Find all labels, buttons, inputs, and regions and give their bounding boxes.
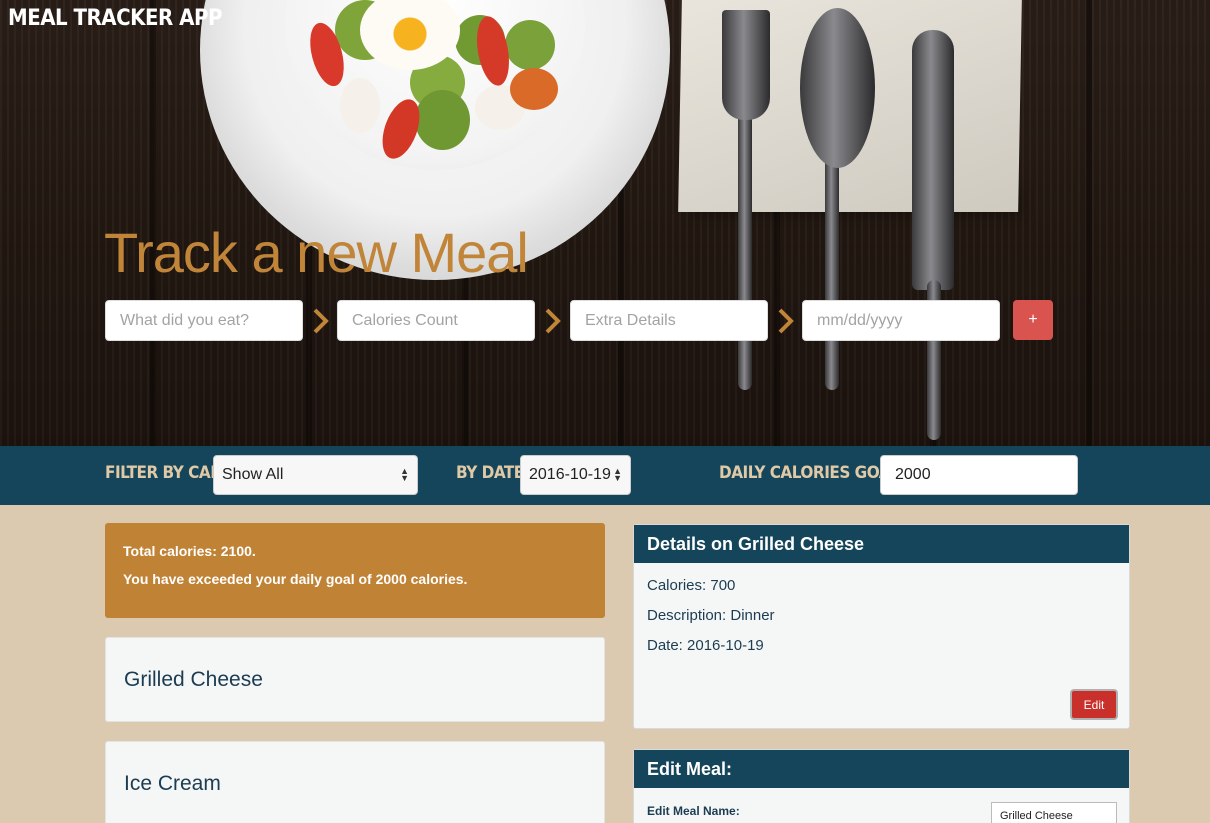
meal-name: Grilled Cheese (124, 667, 263, 691)
edit-meal-title: Edit Meal: (634, 750, 1129, 788)
calories-filter-value: Show All (222, 466, 284, 483)
food-green (505, 20, 555, 70)
app-title[interactable]: MEAL TRACKER APP (8, 6, 222, 31)
details-title: Details on Grilled Cheese (634, 525, 1129, 563)
hero-banner: MEAL TRACKER APP Track a new Meal + (0, 0, 1210, 446)
knife-image (912, 30, 954, 290)
fork-image (738, 110, 752, 390)
select-arrows-icon: ▲ ▼ (400, 466, 409, 483)
mozzarella-image (340, 78, 380, 133)
date-filter-select[interactable]: 2016-10-19 ▲ ▼ (520, 455, 631, 495)
edit-name-label: Edit Meal Name: (647, 804, 740, 818)
spoon-image (825, 150, 839, 390)
meal-name-input[interactable] (105, 300, 303, 341)
details-calories: Calories: 700 (647, 577, 736, 594)
goal-exceeded-text: You have exceeded your daily goal of 200… (123, 571, 468, 587)
food-green (415, 90, 470, 150)
edit-meal-button[interactable]: Edit (1070, 689, 1118, 720)
spoon-head-image (800, 8, 875, 168)
meal-name: Ice Cream (124, 771, 221, 795)
tomato-image (510, 68, 558, 110)
new-meal-form: + (105, 300, 1065, 341)
chevron-right-icon (313, 308, 329, 334)
details-description: Description: Dinner (647, 607, 775, 624)
details-date: Date: 2016-10-19 (647, 637, 764, 654)
calories-filter-label: FILTER BY CAL: (105, 463, 226, 483)
add-meal-button[interactable]: + (1013, 300, 1053, 340)
calorie-summary: Total calories: 2100. You have exceeded … (105, 523, 605, 618)
filter-bar: FILTER BY CAL: Show All ▲ ▼ BY DATE 2016-… (0, 446, 1210, 505)
chevron-right-icon (778, 308, 794, 334)
hero-heading: Track a new Meal (104, 221, 529, 284)
chevron-right-icon (545, 308, 561, 334)
details-input[interactable] (570, 300, 768, 341)
total-calories-text: Total calories: 2100. (123, 543, 256, 559)
meal-list-item[interactable]: Grilled Cheese (105, 637, 605, 722)
edit-meal-panel: Edit Meal: Edit Meal Name: (633, 749, 1130, 823)
calories-input[interactable] (337, 300, 535, 341)
goal-label: DAILY CALORIES GOAL: (719, 463, 905, 483)
select-arrows-icon: ▲ ▼ (613, 466, 622, 483)
date-input[interactable] (802, 300, 1000, 341)
date-filter-value: 2016-10-19 (529, 466, 611, 483)
edit-name-input[interactable] (991, 802, 1117, 823)
meal-list-item[interactable]: Ice Cream (105, 741, 605, 823)
date-filter-label: BY DATE (456, 463, 524, 483)
calorie-goal-input[interactable] (880, 455, 1078, 495)
meal-details-panel: Details on Grilled Cheese Calories: 700 … (633, 524, 1130, 729)
calories-filter-select[interactable]: Show All ▲ ▼ (213, 455, 418, 495)
fork-head-image (722, 10, 770, 120)
